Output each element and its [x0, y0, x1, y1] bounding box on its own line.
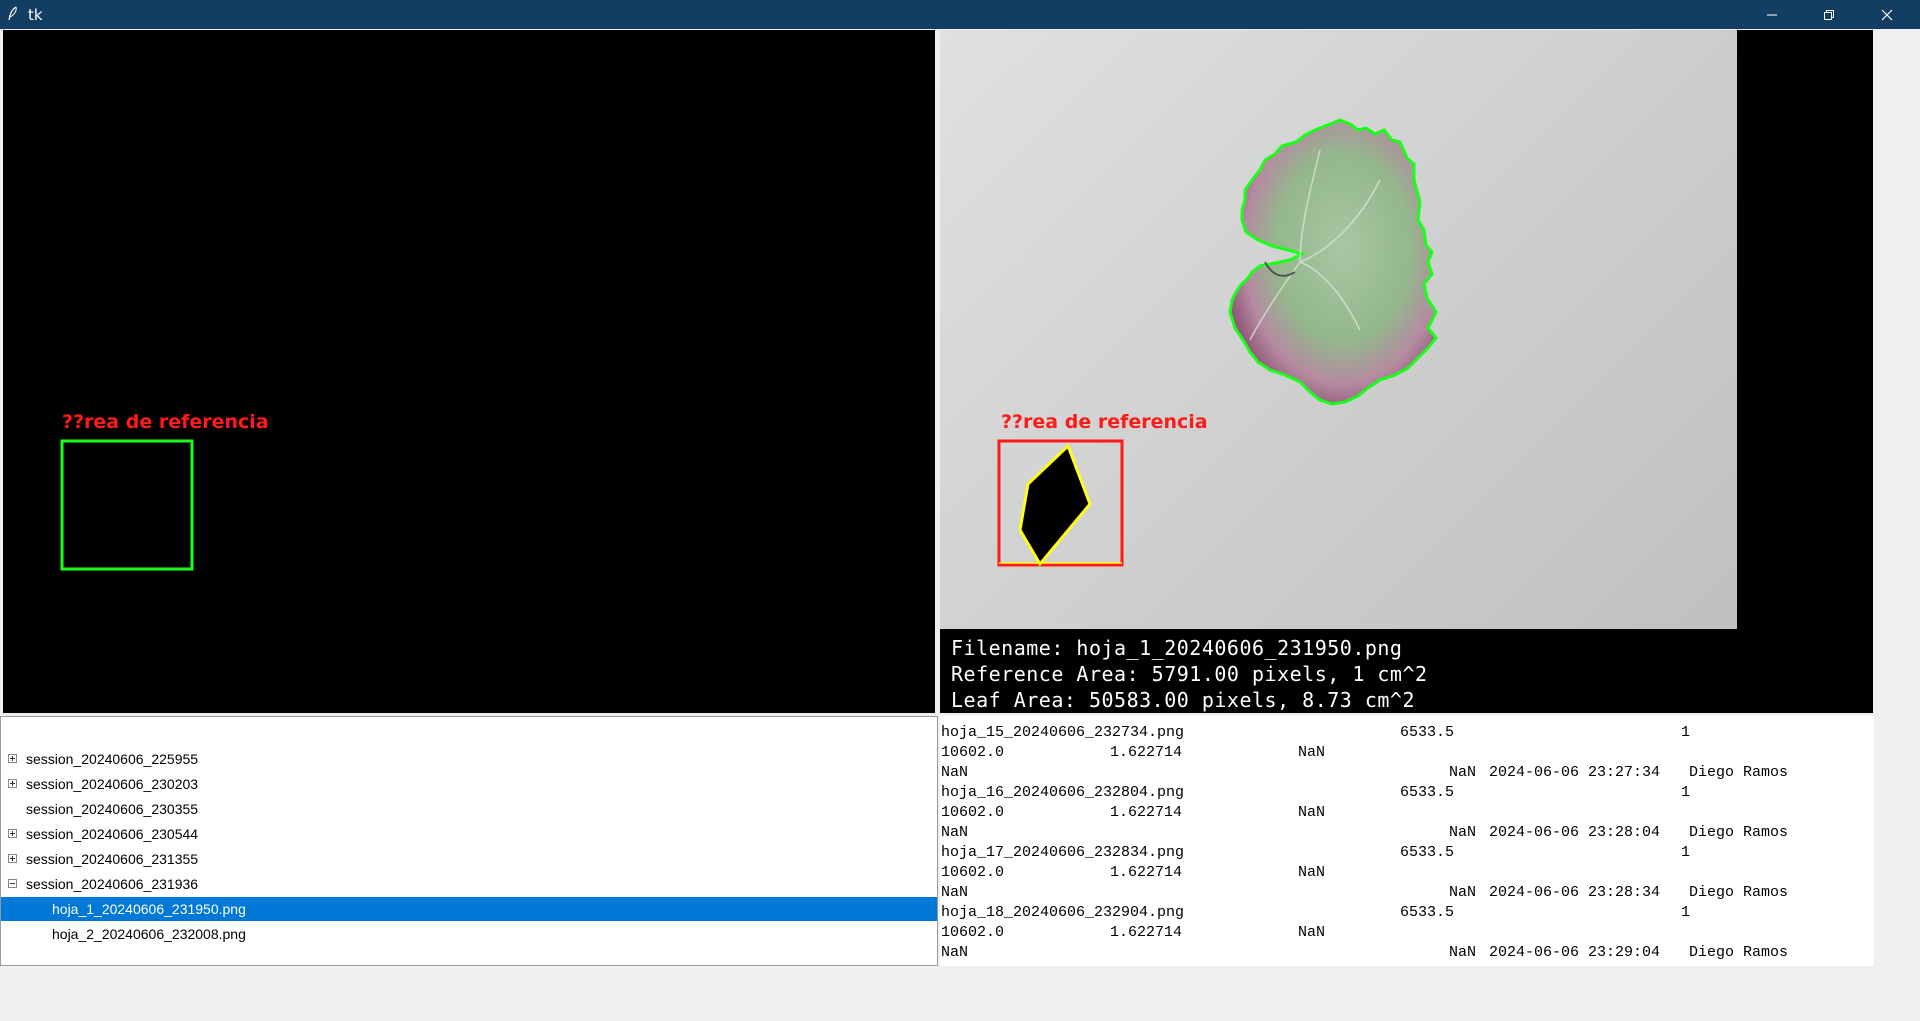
data-log[interactable]: hoja_15_20240606_232734.png 6533.5 1 106… [940, 716, 1874, 966]
reference-area-label: ??rea de referencia [1001, 411, 1208, 433]
log-line: NaN NaN 2024-06-06 23:28:04 Diego Ramos [941, 824, 1789, 841]
expand-icon[interactable] [8, 829, 17, 838]
tree-item-session[interactable]: session_20240606_225955 [1, 747, 937, 771]
info-filename: Filename: hoja_1_20240606_231950.png [951, 636, 1403, 660]
minimize-button[interactable] [1749, 0, 1795, 29]
mask-view-canvas[interactable]: ??rea de referencia [3, 30, 935, 713]
expand-icon[interactable] [8, 779, 17, 788]
minimize-icon [1767, 14, 1777, 15]
log-line: hoja_16_20240606_232804.png 6533.5 1 [941, 784, 1691, 801]
info-leaf-area: Leaf Area: 50583.00 pixels, 8.73 cm^2 [951, 688, 1416, 712]
restore-icon [1824, 9, 1834, 20]
log-line: NaN NaN 2024-06-06 23:29:04 Diego Ramos [941, 944, 1789, 961]
close-button[interactable] [1864, 0, 1910, 29]
analysis-view-canvas[interactable]: ??rea de referencia Filename: hoja_1_202… [940, 30, 1873, 713]
window-title: tk [28, 6, 43, 24]
collapse-icon[interactable] [8, 879, 17, 888]
log-line: 10602.0 1.622714 NaN [941, 744, 1326, 761]
log-line: 10602.0 1.622714 NaN [941, 924, 1326, 941]
log-line: hoja_18_20240606_232904.png 6533.5 1 [941, 904, 1691, 921]
tree-item-session[interactable]: session_20240606_230544 [1, 822, 937, 846]
expand-icon[interactable] [8, 854, 17, 863]
log-line: NaN NaN 2024-06-06 23:27:34 Diego Ramos [941, 764, 1789, 781]
log-line: 10602.0 1.622714 NaN [941, 864, 1326, 881]
log-line: NaN NaN 2024-06-06 23:28:34 Diego Ramos [941, 884, 1789, 901]
close-icon [1881, 9, 1893, 20]
log-line: hoja_15_20240606_232734.png 6533.5 1 [941, 724, 1691, 741]
reference-box [60, 439, 194, 571]
info-reference-area: Reference Area: 5791.00 pixels, 1 cm^2 [951, 662, 1428, 686]
log-line: 10602.0 1.622714 NaN [941, 804, 1326, 821]
feather-icon [6, 6, 20, 22]
tree-item-session[interactable]: session_20240606_231936 [1, 872, 937, 896]
tree-item-file[interactable]: hoja_2_20240606_232008.png [1, 922, 937, 946]
restore-button[interactable] [1806, 0, 1852, 29]
tree-item-file[interactable]: hoja_1_20240606_231950.png [1, 897, 937, 921]
tree-item-session[interactable]: session_20240606_230355 [1, 797, 937, 821]
session-tree[interactable]: session_20240606_225955 session_20240606… [0, 716, 938, 966]
log-line: hoja_17_20240606_232834.png 6533.5 1 [941, 844, 1691, 861]
expand-icon[interactable] [8, 754, 17, 763]
tree-item-session[interactable]: session_20240606_231355 [1, 847, 937, 871]
title-bar: tk [0, 0, 1920, 29]
tree-item-session[interactable]: session_20240606_230203 [1, 772, 937, 796]
leaf-contour [997, 118, 1438, 567]
